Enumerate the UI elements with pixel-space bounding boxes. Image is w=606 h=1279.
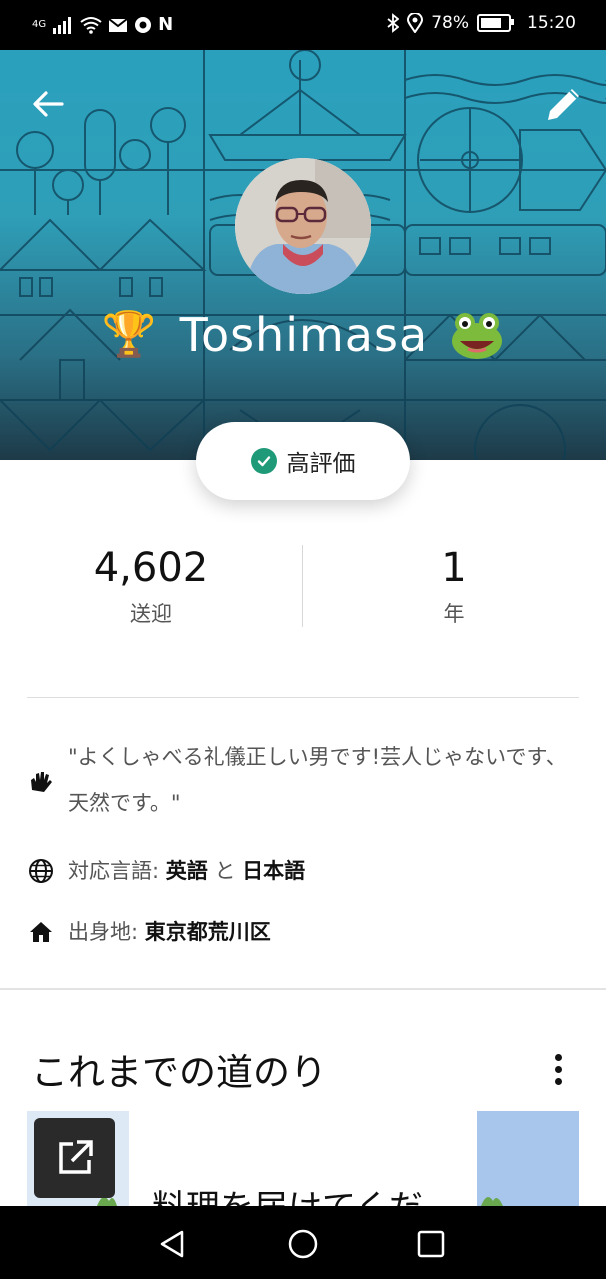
signal-icon: 4G — [32, 18, 47, 30]
nav-home-button[interactable] — [283, 1224, 323, 1264]
hometown-label: 出身地: — [68, 920, 145, 944]
status-time: 15:20 — [527, 13, 576, 33]
languages-row: 対応言語: 英語 と 日本語 — [28, 848, 305, 894]
more-dot — [554, 1066, 562, 1073]
frog-icon — [450, 310, 504, 360]
wifi-icon — [80, 16, 102, 34]
open-external-button[interactable] — [34, 1118, 115, 1198]
stat-years: 1 年 — [303, 540, 605, 632]
status-bar: 4G N 78% 15:20 — [0, 0, 606, 50]
avatar[interactable] — [235, 158, 371, 294]
section-divider — [0, 988, 606, 990]
nav-recents-button[interactable] — [411, 1224, 451, 1264]
stat-trips: 4,602 送迎 — [0, 540, 302, 632]
battery-percent: 78% — [431, 13, 469, 33]
waving-hand-icon — [31, 772, 52, 792]
chrome-icon — [135, 16, 152, 33]
rating-badge: 高評価 — [196, 422, 410, 500]
language-conjunction: と — [207, 859, 243, 883]
profile-header: 🏆 Toshimasa — [0, 50, 606, 460]
hometown-value: 東京都荒川区 — [144, 920, 271, 944]
journey-title: これまでの道のり — [31, 1051, 327, 1094]
open-external-icon — [58, 1140, 93, 1174]
mail-icon — [108, 17, 128, 32]
divider — [27, 697, 579, 698]
stat-years-value: 1 — [441, 545, 467, 591]
nav-back-button[interactable] — [152, 1224, 192, 1264]
home-icon — [30, 922, 52, 942]
battery-icon — [477, 14, 514, 32]
pencil-icon — [548, 89, 579, 120]
language-japanese: 日本語 — [242, 859, 306, 883]
hometown-text: 出身地: 東京都荒川区 — [68, 909, 271, 955]
trophy-icon: 🏆 — [101, 309, 158, 360]
language-english: 英語 — [165, 859, 208, 883]
network-label: 4G — [32, 18, 47, 30]
battery-level-fill — [481, 18, 502, 28]
back-button[interactable] — [28, 84, 68, 124]
globe-icon — [29, 859, 53, 883]
bluetooth-icon — [387, 13, 400, 33]
languages-text: 対応言語: 英語 と 日本語 — [68, 848, 305, 894]
stat-trips-label: 送迎 — [130, 602, 172, 626]
more-options-button[interactable] — [546, 1050, 570, 1090]
signal-icon — [53, 16, 72, 34]
driver-name-row: 🏆 Toshimasa — [0, 300, 606, 370]
bio-row: "よくしゃべる礼儀正しい男です!芸人じゃないです、天然です。" — [28, 734, 568, 826]
hometown-row: 出身地: 東京都荒川区 — [28, 909, 271, 955]
journey-card-title[interactable]: 料理を届けてくだ — [152, 1180, 452, 1206]
more-dot — [554, 1054, 562, 1061]
check-circle-icon — [250, 448, 277, 474]
system-nav-bar — [0, 1206, 606, 1279]
journey-card-image-right[interactable] — [477, 1111, 579, 1206]
stat-years-label: 年 — [443, 602, 465, 626]
rating-badge-label: 高評価 — [286, 451, 356, 477]
edit-profile-button[interactable] — [542, 82, 586, 126]
n-icon: N — [158, 14, 174, 35]
languages-label: 対応言語: — [68, 859, 166, 883]
location-icon — [407, 13, 424, 33]
profile-photo — [235, 158, 371, 294]
stat-trips-value: 4,602 — [93, 545, 209, 591]
driver-name: Toshimasa — [179, 308, 429, 362]
bio-text: "よくしゃべる礼儀正しい男です!芸人じゃないです、天然です。" — [68, 745, 567, 815]
more-dot — [554, 1078, 562, 1085]
